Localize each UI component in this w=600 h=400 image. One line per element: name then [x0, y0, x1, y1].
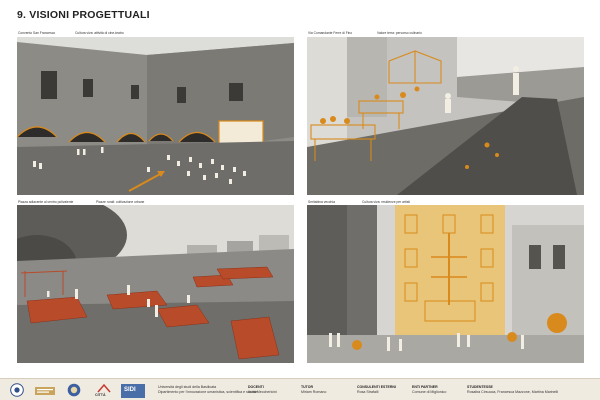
dicem-logo: [35, 387, 55, 395]
panel-caption-place: Seritabina vecchia: [308, 200, 335, 204]
enti-partner-block: ENTI PARTNER Comune di Miglionico: [412, 385, 447, 394]
studenti-block: STUDENTESSE Rosalba Cirsuoca, Francesca …: [467, 385, 559, 394]
unibas-logo: [10, 383, 24, 397]
emblem-logo: [67, 383, 81, 397]
citta-logo-text: CITTÀ: [95, 393, 106, 397]
vision-panel-cinema: [17, 37, 294, 195]
panel-caption-place: Convento San Francesco: [18, 31, 56, 35]
panel-caption-place: Via Comandante Ferre di Fino: [308, 31, 353, 35]
page-title: 9. VISIONI PROGETTUALI: [17, 9, 150, 21]
siti-logo-text: SIDI: [124, 387, 136, 393]
consulenti-block: CONSULENTI ESTERNI Rosa Strafalli: [357, 385, 396, 394]
panel-caption-place: Piazza adiacente al centro polivalente: [18, 200, 74, 204]
docenti-block: DOCENTI Ilaria Mecchericini: [248, 385, 277, 394]
panel-caption-theme: Cultura viva: attività di cine-teatro: [75, 31, 124, 35]
residences-illustration: [307, 205, 584, 363]
vision-panel-residences: [307, 205, 584, 363]
gardens-illustration: [17, 205, 294, 363]
culinary-illustration: [307, 37, 584, 195]
panel-caption-theme: Piazze rurali: coltivazione urbane: [96, 200, 145, 204]
university-text: Università degli studi della Basilicata …: [158, 385, 258, 394]
panel-caption-theme: Valore terra: percorso culinario: [377, 31, 422, 35]
panel-caption-theme: Cultura viva: residenze per artisti: [362, 200, 411, 204]
cinema-illustration: [17, 37, 294, 195]
vision-panel-gardens: [17, 205, 294, 363]
tutor-block: TUTOR Miriam Romano: [301, 385, 327, 394]
vision-panel-culinary: [307, 37, 584, 195]
